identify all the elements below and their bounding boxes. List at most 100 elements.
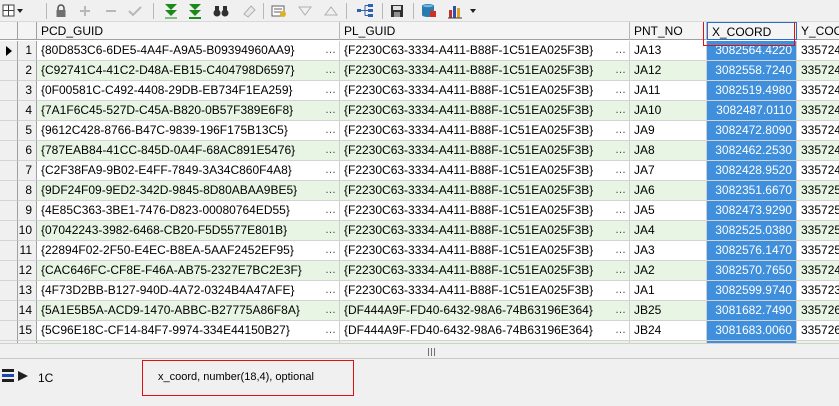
cell-pnt-no[interactable]: JA10 <box>630 101 707 121</box>
export-button[interactable] <box>420 2 438 20</box>
ellipsis-icon[interactable]: … <box>325 321 336 340</box>
cell-y-coord[interactable]: 335725 <box>797 201 839 221</box>
cell-pnt-no[interactable]: JA3 <box>630 241 707 261</box>
ellipsis-icon[interactable]: … <box>615 81 626 100</box>
cell-pnt-no[interactable]: JA5 <box>630 201 707 221</box>
cell-pl-guid[interactable]: {F2230C63-3334-A411-B88F-1C51EA025F3B}… <box>340 141 630 161</box>
record-navigator-icon[interactable] <box>2 369 32 386</box>
fetch-next-button[interactable] <box>162 2 180 20</box>
cell-pcd-guid[interactable]: {07042243-3982-6468-CB20-F5D5577E801B}… <box>37 221 340 241</box>
table-row[interactable]: 7 {C2F38FA9-9B02-E4FF-7849-3A34C860F4A8} …… <box>0 161 839 181</box>
cell-x-coord[interactable]: 3082558.7240 <box>707 61 797 81</box>
cell-pnt-no[interactable]: JA6 <box>630 181 707 201</box>
fetch-all-button[interactable] <box>186 2 204 20</box>
ellipsis-icon[interactable]: … <box>325 301 336 320</box>
table-row[interactable]: 10 {07042243-3982-6468-CB20-F5D5577E801B}… <box>0 221 839 241</box>
row-indicator[interactable] <box>0 261 18 281</box>
ellipsis-icon[interactable]: … <box>325 61 336 80</box>
cell-x-coord[interactable]: 3082576.1470 <box>707 241 797 261</box>
row-indicator[interactable] <box>0 41 18 61</box>
cell-pl-guid[interactable]: {DF444A9F-FD40-6432-98A6-74B63196E364}… <box>340 321 630 341</box>
cell-pl-guid[interactable]: {F2230C63-3334-A411-B88F-1C51EA025F3B}… <box>340 101 630 121</box>
cell-pcd-guid[interactable]: {9612C428-8766-B47C-9839-196F175B13C5}… <box>37 121 340 141</box>
cell-pl-guid[interactable]: {F2230C63-3334-A411-B88F-1C51EA025F3B}… <box>340 61 630 81</box>
cell-pl-guid[interactable]: {F2230C63-3334-A411-B88F-1C51EA025F3B}… <box>340 241 630 261</box>
header-pl-guid[interactable]: PL_GUID <box>340 22 630 40</box>
cell-pnt-no[interactable]: JA2 <box>630 261 707 281</box>
cell-pcd-guid[interactable]: {C2F38FA9-9B02-E4FF-7849-3A34C860F4A8}… <box>37 161 340 181</box>
cell-y-coord[interactable]: 335724 <box>797 121 839 141</box>
ellipsis-icon[interactable]: … <box>325 281 336 300</box>
clear-button[interactable] <box>240 2 258 20</box>
cell-pl-guid[interactable]: {F2230C63-3334-A411-B88F-1C51EA025F3B}… <box>340 181 630 201</box>
cell-pcd-guid[interactable]: {C92741C4-41C2-D48A-EB15-C404798D6597}… <box>37 61 340 81</box>
filter-down-button[interactable] <box>296 2 314 20</box>
row-indicator[interactable] <box>0 101 18 121</box>
cell-pcd-guid[interactable]: {787EAB84-41CC-845D-0A4F-68AC891E5476}… <box>37 141 340 161</box>
ellipsis-icon[interactable]: … <box>325 141 336 160</box>
header-x-coord[interactable]: X_COORD <box>707 22 797 40</box>
cell-y-coord[interactable]: 335725 <box>797 181 839 201</box>
grid-menu-button[interactable] <box>2 2 24 20</box>
cell-y-coord[interactable]: 335724 <box>797 61 839 81</box>
cell-x-coord[interactable]: 3082564.4220 <box>707 41 797 61</box>
cell-pcd-guid[interactable]: {80D853C6-6DE5-4A4F-A9A5-B09394960AA9}… <box>37 41 340 61</box>
insert-record-button[interactable] <box>76 2 94 20</box>
table-row[interactable]: 5 {9612C428-8766-B47C-9839-196F175B13C5} …… <box>0 121 839 141</box>
ellipsis-icon[interactable]: … <box>325 261 336 280</box>
cell-pnt-no[interactable]: JA11 <box>630 81 707 101</box>
table-row[interactable]: 6 {787EAB84-41CC-845D-0A4F-68AC891E5476} …… <box>0 141 839 161</box>
save-button[interactable] <box>388 2 406 20</box>
row-indicator[interactable] <box>0 181 18 201</box>
row-indicator[interactable] <box>0 241 18 261</box>
row-indicator[interactable] <box>0 301 18 321</box>
ellipsis-icon[interactable]: … <box>615 121 626 140</box>
filter-up-button[interactable] <box>322 2 340 20</box>
row-indicator[interactable] <box>0 201 18 221</box>
row-indicator[interactable] <box>0 321 18 341</box>
header-pnt-no[interactable]: PNT_NO <box>630 22 707 40</box>
row-indicator[interactable] <box>0 221 18 241</box>
table-row[interactable]: 9 {4E85C363-3BE1-7476-D823-00080764ED55} …… <box>0 201 839 221</box>
cell-pl-guid[interactable]: {F2230C63-3334-A411-B88F-1C51EA025F3B}… <box>340 161 630 181</box>
cell-x-coord[interactable]: 3082570.7650 <box>707 261 797 281</box>
cell-pnt-no[interactable]: JA1 <box>630 281 707 301</box>
cell-x-coord[interactable]: 3082472.8090 <box>707 121 797 141</box>
cell-x-coord[interactable]: 3082462.2530 <box>707 141 797 161</box>
cell-y-coord[interactable]: 335725 <box>797 241 839 261</box>
cell-pl-guid[interactable]: {DF444A9F-FD40-6432-98A6-74B63196E364}… <box>340 301 630 321</box>
cell-pnt-no[interactable]: JA4 <box>630 221 707 241</box>
cell-pnt-no[interactable]: JA8 <box>630 141 707 161</box>
delete-record-button[interactable] <box>102 2 120 20</box>
cell-pnt-no[interactable]: JB25 <box>630 301 707 321</box>
cell-y-coord[interactable]: 335725 <box>797 221 839 241</box>
cell-x-coord[interactable]: 3082351.6670 <box>707 181 797 201</box>
cell-pl-guid[interactable]: {F2230C63-3334-A411-B88F-1C51EA025F3B}… <box>340 41 630 61</box>
scrollbar-grip-icon[interactable] <box>428 348 438 356</box>
ellipsis-icon[interactable]: … <box>615 321 626 340</box>
row-indicator[interactable] <box>0 281 18 301</box>
ellipsis-icon[interactable]: … <box>615 61 626 80</box>
ellipsis-icon[interactable]: … <box>615 281 626 300</box>
table-row[interactable]: 15 {5C96E18C-CF14-84F7-9974-334E44150B27}… <box>0 321 839 341</box>
cell-pnt-no[interactable]: JA12 <box>630 61 707 81</box>
ellipsis-icon[interactable]: … <box>325 101 336 120</box>
query-by-example-button[interactable] <box>270 2 288 20</box>
ellipsis-icon[interactable]: … <box>615 101 626 120</box>
post-changes-button[interactable] <box>126 2 144 20</box>
header-pcd-guid[interactable]: PCD_GUID <box>37 22 340 40</box>
ellipsis-icon[interactable]: … <box>615 201 626 220</box>
ellipsis-icon[interactable]: … <box>615 161 626 180</box>
cell-x-coord[interactable]: 3082525.0380 <box>707 221 797 241</box>
table-row[interactable]: 12 {CAC646FC-CF8E-F46A-AB75-2327E7BC2E3F}… <box>0 261 839 281</box>
data-grid[interactable]: PCD_GUID PL_GUID PNT_NO X_COORD Y_COORD … <box>0 22 839 343</box>
cell-x-coord[interactable]: 3082487.0110 <box>707 101 797 121</box>
table-row[interactable]: 3 {0F00581C-C492-4408-29DB-EB734F1EA259} …… <box>0 81 839 101</box>
cell-y-coord[interactable]: 335724 <box>797 81 839 101</box>
find-button[interactable] <box>212 2 230 20</box>
table-row[interactable]: 11 {22894F02-2F50-E4EC-B8EA-5AAF2452EF95}… <box>0 241 839 261</box>
cell-x-coord[interactable]: 3082428.9520 <box>707 161 797 181</box>
chart-button[interactable] <box>448 2 478 20</box>
ellipsis-icon[interactable]: … <box>615 261 626 280</box>
row-indicator[interactable] <box>0 81 18 101</box>
